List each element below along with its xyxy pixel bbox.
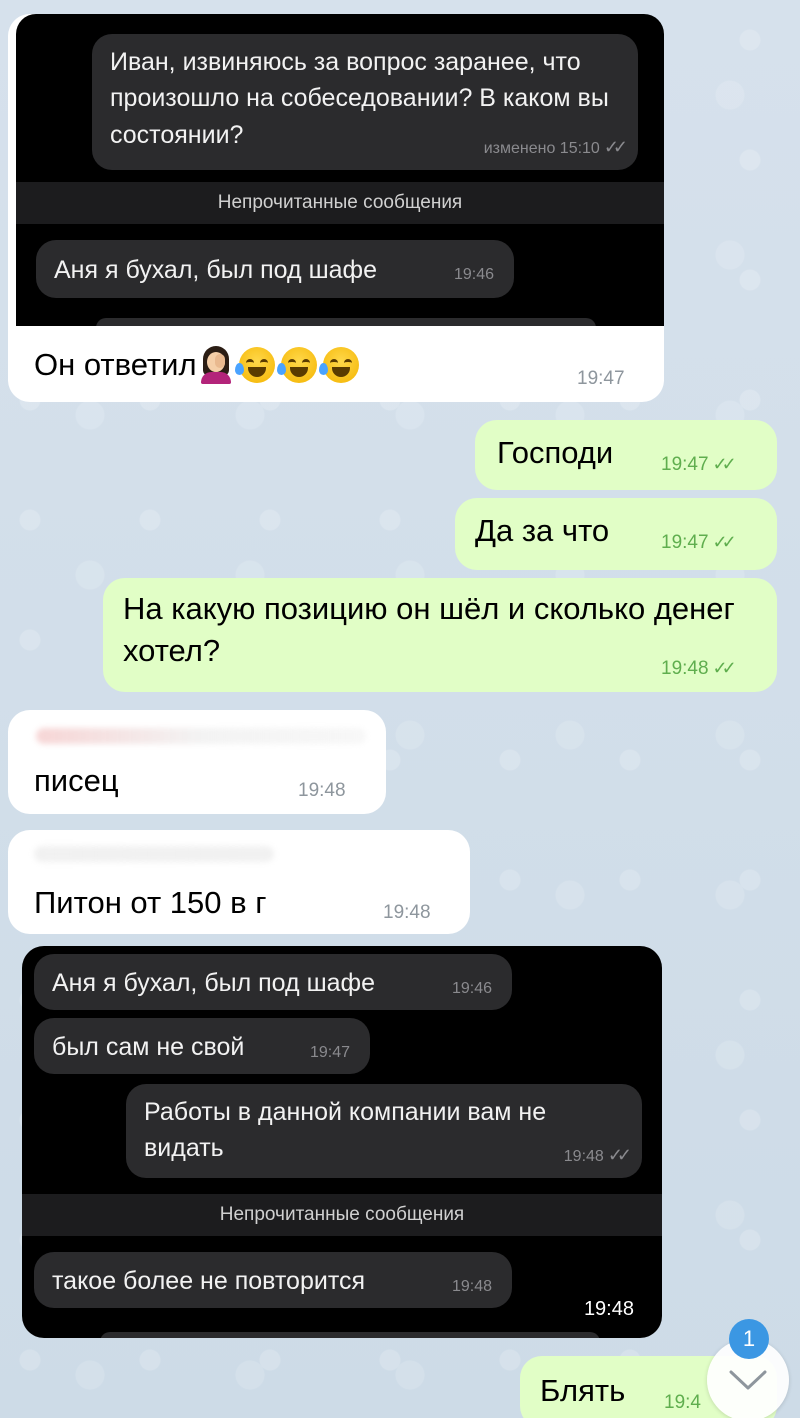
unread-count-badge: 1: [729, 1319, 769, 1359]
incoming-screenshot-message-1[interactable]: Иван, извиняюсь за вопрос заранее, что п…: [8, 14, 664, 402]
message-2-text: Господи: [497, 435, 614, 470]
screenshot2-msg1-text: Аня я бухал, был под шафе: [52, 969, 375, 997]
unread-divider-label: Непрочитанные сообщения: [219, 1204, 465, 1225]
screenshot2-msg2-time: 19:47: [309, 1043, 350, 1061]
outgoing-message-4[interactable]: На какую позицию он шёл и сколько денег …: [103, 578, 777, 692]
outgoing-message-2[interactable]: Господи 19:47 ✓✓: [475, 420, 777, 490]
screenshot2-block-time: 19:48: [583, 1298, 634, 1320]
message-6-time: 19:48: [383, 902, 431, 923]
message-3-time: 19:47 ✓✓: [661, 532, 737, 553]
message-5-text: писец: [34, 763, 119, 798]
message-caption-1: Он ответил: [34, 344, 359, 386]
message-7-text: Блять: [540, 1373, 626, 1408]
screenshot2-msg3-time: 19:48 ✓✓: [563, 1144, 632, 1165]
woman-facepalming-emoji-icon: [199, 345, 233, 384]
redacted-sender-name: [36, 728, 366, 744]
unread-divider-label: Непрочитанные сообщения: [217, 192, 463, 213]
message-5-time: 19:48: [298, 780, 346, 801]
screenshot-question-time: изменено 15:10 ✓✓: [483, 136, 628, 157]
redacted-text-blur: [270, 884, 360, 924]
redacted-sender-name: [34, 846, 274, 862]
embedded-screenshot-1[interactable]: Иван, извиняюсь за вопрос заранее, что п…: [16, 14, 664, 326]
screenshot-reply-text: Аня я бухал, был под шафе: [54, 256, 377, 284]
tears-of-joy-emoji-icon: [276, 346, 317, 383]
screenshot2-msg4-text: такое более не повторится: [52, 1267, 366, 1295]
screenshot2-unread-divider: Непрочитанные сообщения: [22, 1194, 662, 1236]
message-2-time: 19:47 ✓✓: [661, 454, 737, 475]
screenshot2-msg2-bubble: был сам не свой 19:47: [34, 1018, 370, 1074]
screenshot2-msg1-time: 19:46: [451, 979, 492, 997]
incoming-message-6[interactable]: Питон от 150 в г 19:48: [8, 830, 470, 934]
incoming-message-5[interactable]: писец 19:48: [8, 710, 386, 814]
chevron-down-icon: [729, 1370, 767, 1390]
screenshot2-msg3-bubble: Работы в данной компании вам не видать 1…: [126, 1084, 642, 1178]
tears-of-joy-emoji-icon: [234, 346, 275, 383]
screenshot-reply-bubble: Аня я бухал, был под шафе 19:46: [36, 240, 514, 298]
screenshot-unread-divider: Непрочитанные сообщения: [16, 182, 664, 224]
message-1-time: 19:47: [577, 368, 625, 389]
screenshot-reply-time: 19:46: [453, 265, 494, 283]
screenshot2-msg3-text: Работы в данной компании вам не видать: [144, 1098, 547, 1163]
tears-of-joy-emoji-icon: [318, 346, 359, 383]
screenshot2-msg4-bubble: такое более не повторится 19:48: [34, 1252, 512, 1308]
screenshot2-msg2-text: был сам не свой: [52, 1033, 245, 1061]
screenshot2-partial-bubble: [100, 1332, 600, 1338]
message-3-text: Да за что: [475, 513, 610, 548]
embedded-screenshot-2[interactable]: Аня я бухал, был под шафе 19:46 был сам …: [22, 946, 662, 1338]
message-1-text: Он ответил: [34, 347, 197, 382]
message-6-text: Питон от 150 в г: [34, 885, 267, 920]
screenshot-partial-bubble: [96, 318, 596, 326]
message-7-time: 19:4: [664, 1392, 701, 1413]
screenshot2-msg4-time: 19:48: [451, 1277, 492, 1295]
screenshot2-msg1-bubble: Аня я бухал, был под шафе 19:46: [34, 954, 512, 1010]
screenshot-question-bubble: Иван, извиняюсь за вопрос заранее, что п…: [92, 34, 638, 170]
outgoing-message-3[interactable]: Да за что 19:47 ✓✓: [455, 498, 777, 570]
message-4-time: 19:48 ✓✓: [661, 658, 737, 679]
